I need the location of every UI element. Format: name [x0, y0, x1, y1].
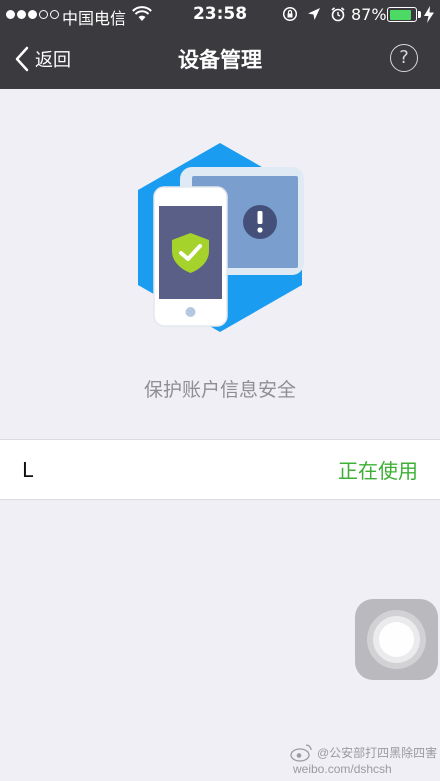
device-status: 正在使用	[338, 459, 418, 483]
nav-bar: 返回 设备管理 ?	[0, 30, 440, 89]
location-icon	[308, 8, 320, 20]
status-bar: 中国电信 23:58 87%	[0, 0, 440, 30]
device-name: L	[22, 457, 34, 482]
back-label: 返回	[35, 50, 71, 71]
device-row[interactable]: L 正在使用	[0, 440, 440, 499]
charging-bolt-icon	[424, 6, 434, 23]
battery-percent: 87%	[351, 5, 387, 24]
device-security-illustration	[138, 143, 304, 332]
battery-cap	[418, 11, 421, 18]
weibo-logo-icon	[290, 744, 312, 762]
watermark-url: weibo.com/dshcsh	[293, 762, 392, 776]
alert-icon	[243, 205, 277, 239]
watermark-handle: @公安部打四黑除四害	[317, 746, 438, 760]
hero-caption: 保护账户信息安全	[143, 379, 296, 401]
assistive-touch-core	[379, 622, 414, 657]
chevron-left-icon	[15, 46, 29, 72]
header: 中国电信 23:58 87% 返回 设备管理 ?	[0, 0, 440, 89]
battery-icon	[387, 7, 417, 22]
rotation-lock-icon	[282, 6, 298, 22]
battery-level-fill	[389, 9, 412, 20]
help-button[interactable]: ?	[390, 44, 418, 72]
watermark: @公安部打四黑除四害 weibo.com/dshcsh	[290, 742, 438, 778]
alarm-icon	[331, 7, 345, 22]
device-list: L 正在使用	[0, 439, 440, 500]
back-button[interactable]: 返回	[14, 42, 71, 76]
assistive-touch-button[interactable]	[355, 599, 438, 680]
